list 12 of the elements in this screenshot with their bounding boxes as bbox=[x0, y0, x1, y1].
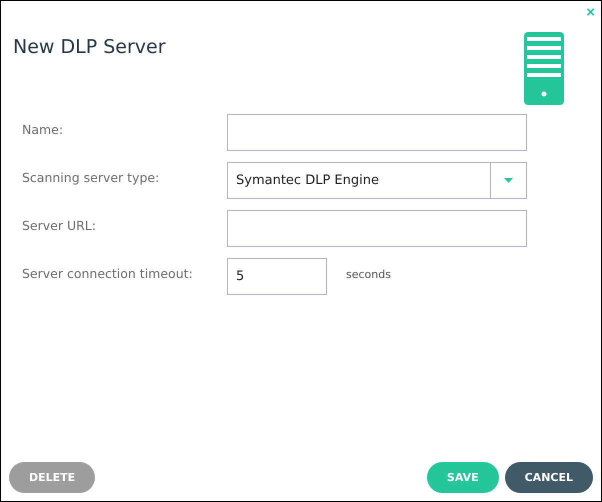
cancel-button[interactable]: CANCEL bbox=[504, 462, 593, 493]
timeout-field[interactable]: 5 bbox=[227, 258, 327, 295]
field-label: Server connection timeout: bbox=[22, 265, 194, 281]
field-label: Scanning server type: bbox=[22, 169, 160, 185]
field-label: Name: bbox=[22, 121, 64, 137]
field-label: Server URL: bbox=[22, 217, 97, 233]
server-type-dropdown[interactable]: Symantec DLP Engine bbox=[227, 162, 527, 199]
server-icon bbox=[524, 32, 564, 105]
text-field[interactable] bbox=[227, 114, 527, 151]
unit-label: seconds bbox=[345, 267, 391, 283]
dialog-title: New DLP Server bbox=[13, 36, 166, 58]
text-field[interactable] bbox=[227, 210, 527, 247]
